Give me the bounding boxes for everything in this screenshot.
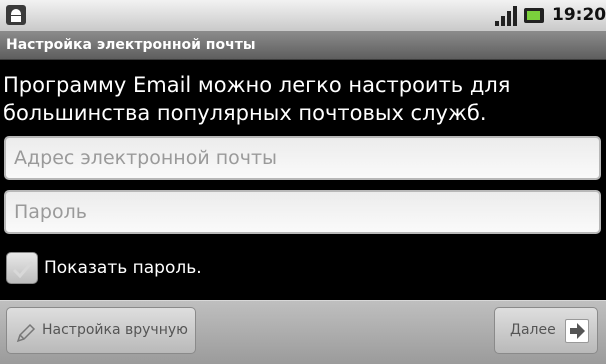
status-clock: 19:20 <box>552 5 606 25</box>
battery-icon <box>524 8 544 23</box>
intro-text: Программу Email можно легко настроить дл… <box>3 73 511 125</box>
pencil-icon <box>16 323 36 343</box>
email-field[interactable] <box>4 136 601 180</box>
manual-setup-button[interactable]: Настройка вручную <box>6 307 196 354</box>
status-bar: 19:20 <box>0 0 606 32</box>
manual-setup-label: Настройка вручную <box>42 322 188 338</box>
arrow-right-icon <box>565 319 589 343</box>
show-password-label: Показать пароль. <box>44 258 202 278</box>
android-notification-icon[interactable] <box>6 5 26 25</box>
show-password-checkbox[interactable] <box>6 252 38 284</box>
signal-icon <box>495 6 517 26</box>
check-icon <box>12 261 34 279</box>
bottom-button-bar: Настройка вручную Далее <box>0 300 606 364</box>
page-title: Настройка электронной почты <box>6 37 256 53</box>
next-button[interactable]: Далее <box>494 307 598 354</box>
title-bar: Настройка электронной почты <box>0 32 606 60</box>
password-field[interactable] <box>4 190 601 234</box>
next-label: Далее <box>510 322 556 338</box>
